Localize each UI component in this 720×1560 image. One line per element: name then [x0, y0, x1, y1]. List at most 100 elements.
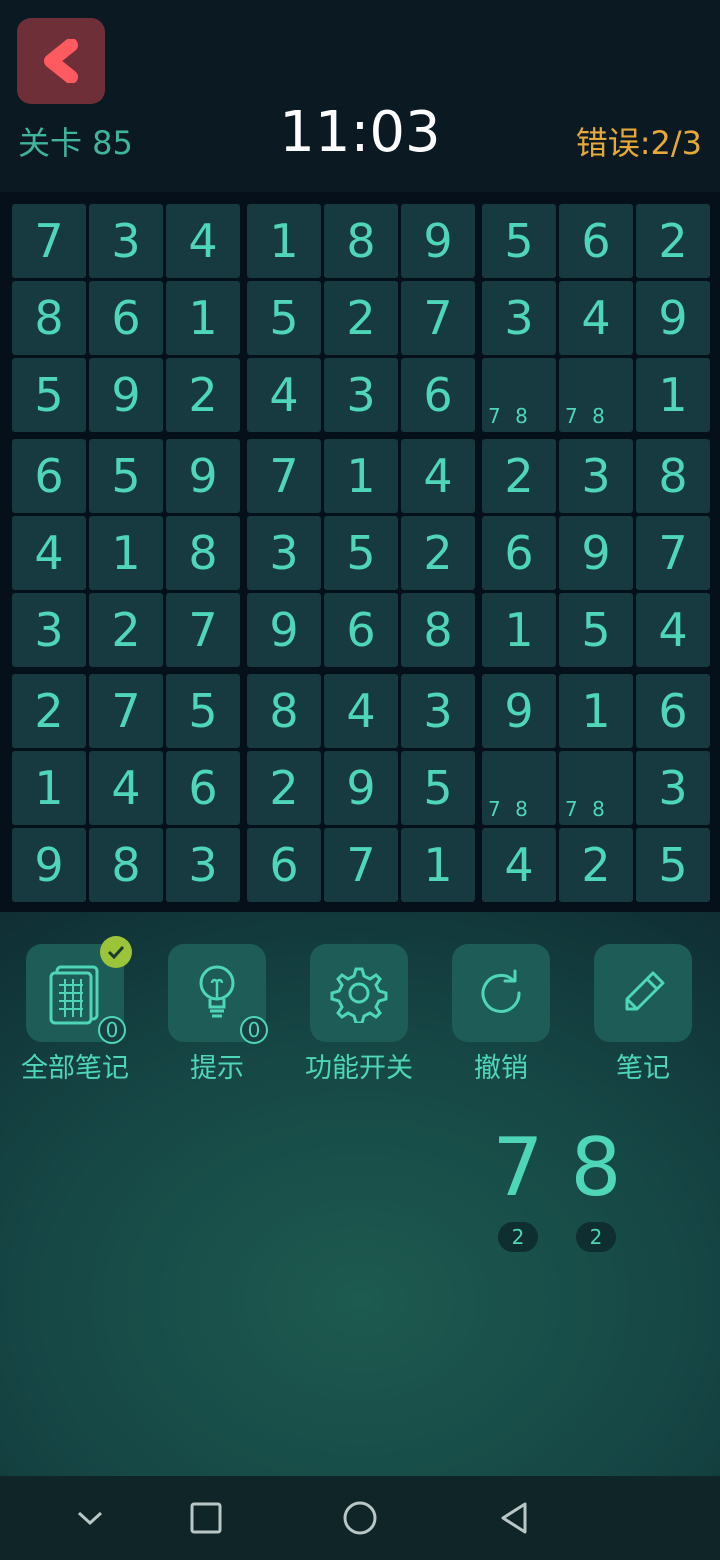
sudoku-cell[interactable]: 7 [401, 281, 475, 355]
sudoku-cell[interactable]: 2 [401, 516, 475, 590]
sudoku-cell[interactable]: 6 [247, 828, 321, 902]
back-button[interactable] [17, 18, 105, 104]
sudoku-cell[interactable]: 9 [636, 281, 710, 355]
sudoku-cell[interactable]: 3 [166, 828, 240, 902]
sudoku-cell[interactable]: 7 [166, 593, 240, 667]
sudoku-cell[interactable]: 5 [324, 516, 398, 590]
sudoku-cell[interactable]: 7 8 [559, 751, 633, 825]
sudoku-cell[interactable]: 5 [482, 204, 556, 278]
chevron-left-icon [44, 39, 78, 83]
sudoku-cell[interactable]: 5 [166, 674, 240, 748]
sudoku-cell[interactable]: 4 [12, 516, 86, 590]
sudoku-cell[interactable]: 9 [247, 593, 321, 667]
cell-value: 3 [111, 214, 141, 268]
sudoku-cell[interactable]: 4 [89, 751, 163, 825]
sudoku-cell[interactable]: 4 [166, 204, 240, 278]
sudoku-cell[interactable]: 9 [89, 358, 163, 432]
sudoku-cell[interactable]: 7 8 [482, 751, 556, 825]
sudoku-cell[interactable]: 3 [247, 516, 321, 590]
sudoku-cell[interactable]: 8 [89, 828, 163, 902]
sudoku-cell[interactable]: 1 [636, 358, 710, 432]
sudoku-cell[interactable]: 3 [482, 281, 556, 355]
sudoku-cell[interactable]: 2 [324, 281, 398, 355]
sudoku-cell[interactable]: 4 [324, 674, 398, 748]
sudoku-cell[interactable]: 2 [247, 751, 321, 825]
sudoku-cell[interactable]: 3 [324, 358, 398, 432]
sudoku-cell[interactable]: 9 [482, 674, 556, 748]
sudoku-cell[interactable]: 3 [559, 439, 633, 513]
sudoku-cell[interactable]: 4 [482, 828, 556, 902]
sudoku-cell[interactable]: 1 [166, 281, 240, 355]
hint-button[interactable]: 0 提示 [146, 944, 288, 1085]
sudoku-cell[interactable]: 1 [324, 439, 398, 513]
sudoku-cell[interactable]: 6 [89, 281, 163, 355]
sudoku-cell[interactable]: 1 [247, 204, 321, 278]
nav-home-button[interactable] [336, 1494, 384, 1542]
sudoku-cell[interactable]: 9 [401, 204, 475, 278]
number-picker-8[interactable]: 8 2 [556, 1120, 636, 1252]
sudoku-cell[interactable]: 5 [12, 358, 86, 432]
sudoku-cell[interactable]: 5 [89, 439, 163, 513]
sudoku-cell[interactable]: 8 [401, 593, 475, 667]
sudoku-cell[interactable]: 7 [324, 828, 398, 902]
cell-value: 1 [269, 214, 299, 268]
sudoku-cell[interactable]: 6 [12, 439, 86, 513]
sudoku-cell[interactable]: 1 [559, 674, 633, 748]
sudoku-cell[interactable]: 2 [482, 439, 556, 513]
sudoku-cell[interactable]: 7 [247, 439, 321, 513]
sudoku-cell[interactable]: 2 [166, 358, 240, 432]
sudoku-cell[interactable]: 3 [12, 593, 86, 667]
cell-notes: 7 8 [488, 404, 532, 428]
cell-value: 2 [658, 214, 688, 268]
notes-button[interactable]: 笔记 [572, 944, 714, 1085]
cell-value: 9 [34, 838, 64, 892]
sudoku-cell[interactable]: 5 [559, 593, 633, 667]
sudoku-cell[interactable]: 6 [166, 751, 240, 825]
sudoku-cell[interactable]: 6 [636, 674, 710, 748]
sudoku-cell[interactable]: 1 [12, 751, 86, 825]
nav-down-button[interactable] [66, 1494, 114, 1542]
cell-value: 9 [658, 291, 688, 345]
sudoku-cell[interactable]: 2 [12, 674, 86, 748]
undo-button[interactable]: 撤销 [430, 944, 572, 1085]
all-notes-button[interactable]: 0 全部笔记 [4, 936, 146, 1085]
sudoku-cell[interactable]: 4 [559, 281, 633, 355]
sudoku-cell[interactable]: 2 [559, 828, 633, 902]
settings-toggle-button[interactable]: 功能开关 [288, 944, 430, 1085]
sudoku-cell[interactable]: 8 [12, 281, 86, 355]
sudoku-cell[interactable]: 5 [247, 281, 321, 355]
nav-recents-button[interactable] [182, 1494, 230, 1542]
sudoku-cell[interactable]: 7 [636, 516, 710, 590]
sudoku-cell[interactable]: 9 [166, 439, 240, 513]
sudoku-cell[interactable]: 8 [247, 674, 321, 748]
sudoku-cell[interactable]: 8 [636, 439, 710, 513]
number-picker-7[interactable]: 7 2 [478, 1120, 558, 1252]
sudoku-cell[interactable]: 5 [636, 828, 710, 902]
sudoku-cell[interactable]: 7 [89, 674, 163, 748]
sudoku-cell[interactable]: 1 [401, 828, 475, 902]
sudoku-cell[interactable]: 6 [401, 358, 475, 432]
sudoku-cell[interactable]: 8 [166, 516, 240, 590]
sudoku-cell[interactable]: 6 [482, 516, 556, 590]
sudoku-cell[interactable]: 7 [12, 204, 86, 278]
sudoku-cell[interactable]: 1 [89, 516, 163, 590]
sudoku-cell[interactable]: 9 [12, 828, 86, 902]
sudoku-cell[interactable]: 2 [636, 204, 710, 278]
sudoku-cell[interactable]: 6 [559, 204, 633, 278]
sudoku-cell[interactable]: 4 [247, 358, 321, 432]
sudoku-cell[interactable]: 3 [401, 674, 475, 748]
sudoku-cell[interactable]: 3 [636, 751, 710, 825]
sudoku-cell[interactable]: 9 [559, 516, 633, 590]
sudoku-cell[interactable]: 7 8 [559, 358, 633, 432]
sudoku-cell[interactable]: 4 [401, 439, 475, 513]
sudoku-cell[interactable]: 1 [482, 593, 556, 667]
sudoku-cell[interactable]: 4 [636, 593, 710, 667]
nav-back-button[interactable] [490, 1494, 538, 1542]
sudoku-cell[interactable]: 5 [401, 751, 475, 825]
sudoku-cell[interactable]: 3 [89, 204, 163, 278]
sudoku-cell[interactable]: 8 [324, 204, 398, 278]
sudoku-cell[interactable]: 2 [89, 593, 163, 667]
sudoku-cell[interactable]: 6 [324, 593, 398, 667]
sudoku-cell[interactable]: 9 [324, 751, 398, 825]
sudoku-cell[interactable]: 7 8 [482, 358, 556, 432]
